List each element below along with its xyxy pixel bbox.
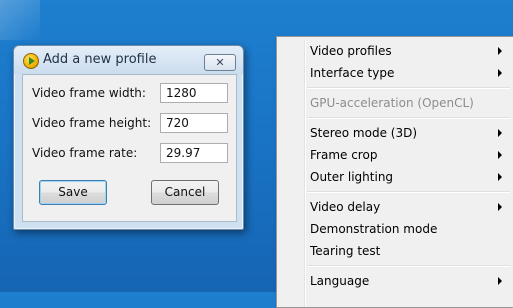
submenu-arrow-icon	[498, 203, 502, 211]
submenu-arrow-icon	[498, 129, 502, 137]
menu-separator	[307, 87, 510, 89]
submenu-arrow-icon	[498, 151, 502, 159]
menu-separator	[307, 117, 510, 119]
menu-item-stereo-mode[interactable]: Stereo mode (3D)	[279, 122, 512, 144]
menu-item-label: Tearing test	[310, 244, 381, 258]
menu-item-language[interactable]: Language	[279, 270, 512, 292]
app-icon	[23, 53, 39, 69]
cancel-button[interactable]: Cancel	[151, 180, 219, 205]
frame-height-input[interactable]	[160, 113, 228, 133]
menu-item-label: GPU-acceleration (OpenCL)	[310, 96, 474, 110]
menu-item-video-delay[interactable]: Video delay	[279, 196, 512, 218]
menu-item-label: Interface type	[310, 66, 395, 80]
submenu-arrow-icon	[498, 173, 502, 181]
menu-item-label: Demonstration mode	[310, 222, 438, 236]
menu-item-outer-lighting[interactable]: Outer lighting	[279, 166, 512, 188]
add-profile-dialog: Add a new profile ✕ Video frame width: V…	[13, 45, 244, 230]
dialog-title: Add a new profile	[43, 52, 157, 67]
menu-item-video-profiles[interactable]: Video profiles	[279, 40, 512, 62]
save-button[interactable]: Save	[39, 180, 107, 205]
menu-item-label: Frame crop	[310, 148, 378, 162]
dialog-body: Video frame width: Video frame height: V…	[22, 74, 237, 222]
menu-item-tearing-test[interactable]: Tearing test	[279, 240, 512, 262]
submenu-arrow-icon	[498, 47, 502, 55]
menu-item-frame-crop[interactable]: Frame crop	[279, 144, 512, 166]
frame-rate-label: Video frame rate:	[32, 146, 138, 160]
submenu-arrow-icon	[498, 277, 502, 285]
menu-item-gpu-acceleration[interactable]: GPU-acceleration (OpenCL)	[279, 92, 512, 114]
menu-item-interface-type[interactable]: Interface type	[279, 62, 512, 84]
frame-rate-input[interactable]	[160, 143, 228, 163]
menu-item-label: Video delay	[310, 200, 381, 214]
frame-height-label: Video frame height:	[32, 116, 152, 130]
frame-width-input[interactable]	[160, 83, 228, 103]
frame-width-label: Video frame width:	[32, 86, 146, 100]
menu-separator	[307, 191, 510, 193]
menu-separator	[307, 265, 510, 267]
wallpaper-light-streak	[0, 0, 40, 40]
menu-item-demonstration-mode[interactable]: Demonstration mode	[279, 218, 512, 240]
close-button[interactable]: ✕	[204, 54, 236, 71]
dialog-titlebar[interactable]: Add a new profile ✕	[14, 46, 243, 74]
menu-item-label: Language	[310, 274, 370, 288]
menu-item-label: Video profiles	[310, 44, 392, 58]
menu-item-label: Stereo mode (3D)	[310, 126, 417, 140]
context-menu: Video profiles Interface type GPU-accele…	[276, 36, 513, 308]
submenu-arrow-icon	[498, 69, 502, 77]
menu-item-label: Outer lighting	[310, 170, 394, 184]
